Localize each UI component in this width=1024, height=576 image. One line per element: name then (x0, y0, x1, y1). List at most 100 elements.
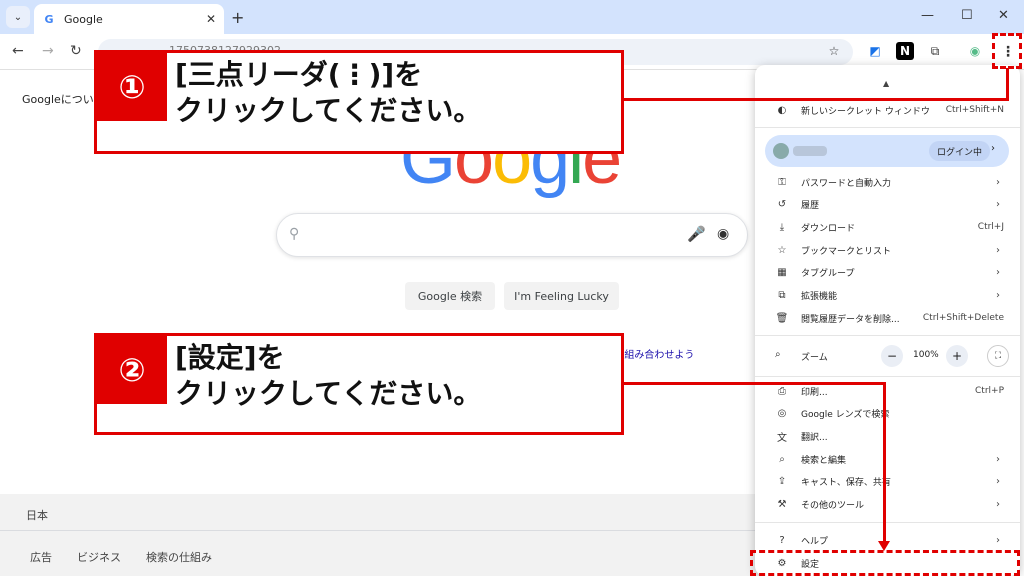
google-favicon-icon: G (44, 12, 54, 26)
download-icon: ⤓ (779, 221, 785, 233)
callout-step-1: ① [三点リーダ(⋮)]を クリックしてください。 (94, 50, 624, 154)
star-icon[interactable]: ☆ (825, 42, 843, 60)
history-icon: ↺ (777, 198, 787, 210)
help-icon: ? (779, 534, 785, 546)
menu-caret-icon: ▲ (883, 79, 890, 88)
lens-icon: ◎ (777, 407, 787, 419)
footer: 日本 広告 ビジネス 検索の仕組み (0, 494, 760, 576)
menu-item-clear-data[interactable]: 🗑 閲覧履歴データを削除... Ctrl+Shift+Delete (755, 307, 1020, 329)
back-button[interactable]: ← (12, 43, 24, 59)
zoom-label: ズーム (801, 353, 828, 363)
menu-item-label: 新しいシークレット ウィンドウ (801, 106, 930, 117)
menu-item-label: その他のツール (801, 500, 865, 511)
footer-country: 日本 (26, 509, 48, 522)
about-google-link[interactable]: Googleについ (22, 91, 94, 107)
google-search-button[interactable]: Google 検索 (405, 282, 495, 310)
trash-icon: 🗑 (775, 312, 789, 324)
avatar (773, 143, 789, 159)
chevron-right-icon: › (996, 198, 1000, 210)
connector-line-2 (624, 382, 886, 385)
key-icon: ⚿ (778, 176, 786, 188)
callout-line: クリックしてください。 (175, 94, 482, 127)
menu-item-label: キャスト、保存、共有 (801, 477, 891, 488)
menu-item-label: 翻訳... (801, 432, 828, 443)
menu-item-translate[interactable]: 文 翻訳... (755, 425, 1020, 447)
menu-item-shortcut: Ctrl+Shift+Delete (922, 313, 1004, 323)
footer-link-how-search-works[interactable]: 検索の仕組み (146, 549, 212, 565)
new-tab-button[interactable]: + (231, 8, 244, 27)
step-number-1: ① (97, 53, 167, 121)
menu-item-shortcut: Ctrl+J (977, 222, 1004, 232)
tab-close-icon[interactable]: ✕ (206, 12, 216, 26)
menu-item-google-lens[interactable]: ◎ Google レンズで検索 (755, 402, 1020, 424)
menu-item-label: 印刷... (801, 387, 828, 398)
callout-text-2: [設定]を クリックしてください。 (175, 340, 481, 412)
chevron-right-icon: › (996, 475, 1000, 487)
zoom-icon: ⌕ (775, 349, 781, 360)
translate-icon: 文 (777, 432, 787, 444)
extension-blue-icon[interactable]: ◩ (866, 42, 884, 60)
fullscreen-button[interactable]: ⛶ (987, 345, 1009, 367)
chevron-right-icon: › (996, 176, 1000, 188)
tab-groups-icon: ▦ (777, 266, 787, 278)
menu-item-more-tools[interactable]: ⚒ その他のツール › (755, 493, 1020, 515)
bookmark-star-icon: ☆ (777, 244, 787, 256)
zoom-out-button[interactable]: − (881, 345, 903, 367)
menu-item-find-edit[interactable]: ⌕ 検索と編集 › (755, 448, 1020, 470)
forward-button[interactable]: → (42, 43, 54, 59)
connector-line-1 (624, 98, 1009, 101)
menu-item-shortcut: Ctrl+Shift+N (945, 105, 1004, 115)
camera-lens-icon[interactable]: ◉ (717, 226, 729, 242)
search-icon: ⚲ (289, 226, 300, 242)
maximize-button[interactable]: ☐ (961, 8, 973, 23)
highlight-kebab-menu (992, 33, 1022, 69)
menu-item-label: 履歴 (801, 200, 820, 211)
chevron-right-icon: › (996, 289, 1000, 301)
minimize-button[interactable]: — (921, 8, 934, 23)
callout-text-1: [三点リーダ(⋮)]を クリックしてください。 (175, 57, 481, 129)
menu-divider (755, 335, 1020, 336)
reload-button[interactable]: ↻ (70, 43, 82, 59)
menu-item-incognito[interactable]: ◐ 新しいシークレット ウィンドウ Ctrl+Shift+N (755, 99, 1020, 121)
menu-item-label: ダウンロード (801, 223, 856, 234)
menu-item-shortcut: Ctrl+P (975, 386, 1004, 396)
callout-step-2: ② [設定]を クリックしてください。 (94, 333, 624, 435)
more-tools-icon: ⚒ (777, 498, 787, 510)
menu-profile-row[interactable]: ログイン中 › (765, 135, 1009, 167)
search-box[interactable]: ⚲ 🎤 ◉ (276, 213, 748, 257)
feeling-lucky-button[interactable]: I'm Feeling Lucky (504, 282, 619, 310)
zoom-in-button[interactable]: + (946, 345, 968, 367)
title-bar: ⌄ G Google ✕ + — ☐ ✕ (0, 0, 1024, 34)
menu-item-tab-groups[interactable]: ▦ タブグループ › (755, 261, 1020, 283)
window-close-button[interactable]: ✕ (998, 8, 1009, 23)
menu-divider (755, 376, 1020, 377)
signed-in-badge: ログイン中 (929, 141, 991, 161)
menu-item-bookmarks[interactable]: ☆ ブックマークとリスト › (755, 239, 1020, 261)
profile-avatar-icon[interactable]: ◉ (966, 42, 984, 60)
menu-zoom-row: ⌕ ズーム − 100% + ⛶ (755, 343, 1020, 369)
menu-divider (755, 522, 1020, 523)
print-icon: ⎙ (778, 385, 786, 397)
tab-search-button[interactable]: ⌄ (6, 6, 30, 28)
menu-item-extensions[interactable]: ⧉ 拡張機能 › (755, 284, 1020, 306)
footer-link-ads[interactable]: 広告 (30, 549, 52, 565)
connector-line-2-vertical (883, 382, 886, 542)
callout-line: [設定]を (175, 341, 285, 374)
extensions-puzzle-icon[interactable]: ⧉ (926, 42, 944, 60)
menu-item-passwords[interactable]: ⚿ パスワードと自動入力 › (755, 171, 1020, 193)
menu-item-history[interactable]: ↺ 履歴 › (755, 193, 1020, 215)
notion-icon[interactable]: N (896, 42, 914, 60)
menu-item-downloads[interactable]: ⤓ ダウンロード Ctrl+J (755, 216, 1020, 238)
chrome-menu: ▲ ◐ 新しいシークレット ウィンドウ Ctrl+Shift+N ログイン中 ›… (755, 65, 1020, 576)
microphone-icon[interactable]: 🎤 (687, 225, 706, 243)
footer-link-business[interactable]: ビジネス (77, 549, 121, 565)
menu-item-label: Google レンズで検索 (801, 409, 890, 420)
menu-item-label: 検索と編集 (801, 455, 847, 466)
incognito-icon: ◐ (777, 104, 787, 116)
chevron-right-icon: › (996, 266, 1000, 278)
chevron-right-icon: › (996, 453, 1000, 465)
tab-google[interactable]: G Google ✕ (34, 4, 224, 34)
menu-item-label: タブグループ (801, 268, 855, 279)
menu-item-label: 閲覧履歴データを削除... (801, 314, 900, 325)
menu-item-cast-save-share[interactable]: ⇪ キャスト、保存、共有 › (755, 470, 1020, 492)
